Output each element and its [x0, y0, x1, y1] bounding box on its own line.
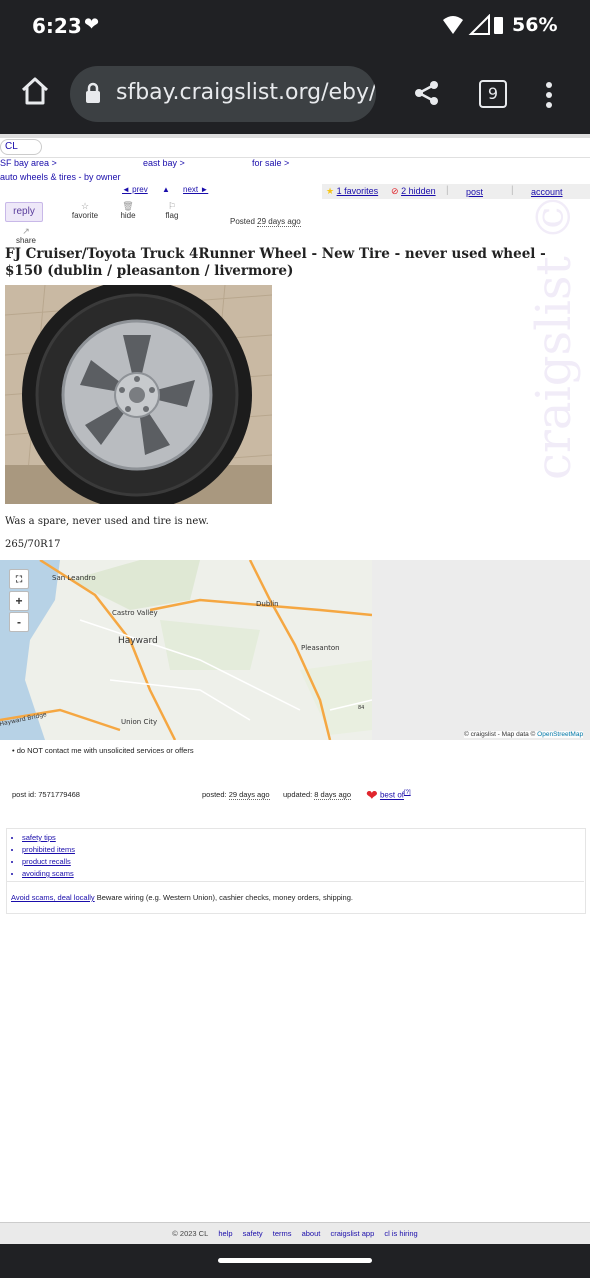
avoiding-scams-link[interactable]: avoiding scams: [22, 868, 75, 880]
tire-size-attr: 265/70R17: [5, 539, 61, 550]
product-recalls-link[interactable]: product recalls: [22, 856, 75, 868]
status-bar: 6:23 ❤ 56%: [0, 0, 590, 52]
share-out-icon: ↗: [22, 226, 30, 236]
wheel-photo[interactable]: [5, 285, 272, 504]
footer-terms-link[interactable]: terms: [273, 1229, 292, 1238]
flag-icon: ⚐: [167, 201, 177, 211]
map-attribution: © craigslist - Map data © OpenStreetMap: [464, 731, 584, 738]
share-button[interactable]: ↗ share: [12, 226, 40, 245]
posting-title: FJ Cruiser/Toyota Truck 4Runner Wheel - …: [5, 246, 546, 279]
heart-icon: ❤: [366, 787, 378, 803]
updated-footer: updated: 8 days ago: [283, 790, 351, 800]
posted-date: Posted 29 days ago: [230, 217, 301, 227]
posted-footer: posted: 29 days ago: [202, 790, 270, 800]
openstreetmap-link[interactable]: OpenStreetMap: [537, 731, 583, 738]
footer-safety-link[interactable]: safety: [243, 1229, 263, 1238]
post-id: post id: 7571779468: [12, 790, 80, 799]
userbar-separator: |: [511, 185, 514, 196]
favorite-button[interactable]: ☆ favorite: [69, 201, 101, 220]
page-footer: © 2023 CL help safety terms about craigs…: [0, 1222, 590, 1245]
favorite-label: favorite: [71, 211, 99, 220]
wifi-signal-icons: [442, 13, 504, 41]
scam-warning: Avoid scams, deal locally Beware wiring …: [11, 893, 353, 902]
share-icon[interactable]: [414, 80, 440, 106]
contact-notice: • do NOT contact me with unsolicited ser…: [12, 746, 194, 755]
posting-description: Was a spare, never used and tire is new.: [5, 516, 209, 527]
address-bar[interactable]: sfbay.craigslist.org/eby/: [70, 66, 376, 122]
trash-icon: 🗑: [122, 201, 134, 211]
zoom-out-button[interactable]: -: [9, 612, 29, 632]
toolbar-divider: [0, 134, 590, 138]
zoom-in-button[interactable]: +: [9, 591, 29, 611]
home-icon[interactable]: [18, 74, 52, 108]
prev-link[interactable]: ◄ prev: [122, 185, 148, 194]
gesture-handle[interactable]: [218, 1258, 372, 1263]
wifi-icon: [443, 13, 503, 35]
svg-text:Union City: Union City: [121, 718, 157, 726]
more-menu-icon[interactable]: [544, 82, 554, 108]
copyright: © 2023 CL: [172, 1229, 209, 1238]
url-text: sfbay.craigslist.org/eby/: [116, 80, 376, 105]
status-time: 6:23: [32, 14, 82, 38]
safety-links-list: safety tips prohibited items product rec…: [10, 832, 75, 880]
posted-ago: 29 days ago: [257, 217, 301, 227]
breadcrumb-area[interactable]: SF bay area >: [0, 158, 57, 168]
share-label: share: [15, 236, 36, 245]
svg-text:84: 84: [358, 705, 364, 711]
footer-hiring-link[interactable]: cl is hiring: [384, 1229, 417, 1238]
fullscreen-icon[interactable]: ⛶: [9, 569, 29, 589]
location-map[interactable]: San Leandro Castro Valley Hayward Dublin…: [0, 560, 590, 740]
footer-about-link[interactable]: about: [302, 1229, 321, 1238]
best-of-link[interactable]: ❤ best of[?]: [366, 787, 411, 804]
footer-app-link[interactable]: craigslist app: [330, 1229, 374, 1238]
up-link[interactable]: ▲: [162, 185, 170, 194]
safety-tips-link[interactable]: safety tips: [22, 832, 75, 844]
star-outline-icon: ☆: [80, 201, 90, 211]
battery-percent: 56%: [512, 14, 558, 36]
browser-toolbar: sfbay.craigslist.org/eby/ 9: [0, 52, 590, 134]
avoid-scams-link[interactable]: Avoid scams, deal locally: [11, 893, 95, 902]
hidden-link[interactable]: ⊘ 2 hidden: [391, 186, 436, 197]
svg-text:craigslist ©: craigslist ©: [526, 193, 582, 480]
lock-icon: [86, 82, 100, 103]
account-link[interactable]: account: [531, 187, 563, 197]
flag-button[interactable]: ⚐ flag: [160, 201, 184, 220]
hide-label: hide: [120, 211, 136, 220]
hidden-icon: ⊘: [391, 186, 399, 196]
footer-help-link[interactable]: help: [218, 1229, 232, 1238]
svg-text:San Leandro: San Leandro: [52, 574, 96, 582]
breadcrumb-subarea[interactable]: east bay >: [143, 158, 185, 168]
star-icon: ★: [326, 186, 335, 196]
svg-text:Dublin: Dublin: [256, 600, 279, 608]
craigslist-watermark: craigslist ©: [526, 193, 582, 480]
userbar-separator: |: [446, 185, 449, 196]
svg-text:Castro Valley: Castro Valley: [112, 609, 158, 617]
favorites-link[interactable]: ★ 1 favorites: [326, 186, 378, 197]
tab-switcher-button[interactable]: 9: [479, 80, 507, 108]
breadcrumb-divider: [0, 157, 590, 158]
flag-label: flag: [165, 211, 179, 220]
hide-button[interactable]: 🗑 hide: [116, 201, 140, 220]
cl-home-link[interactable]: CL: [0, 139, 42, 155]
post-link[interactable]: post: [466, 187, 483, 197]
breadcrumb-subcategory[interactable]: auto wheels & tires - by owner: [0, 172, 121, 182]
favorites-count: 1 favorites: [336, 186, 379, 196]
map-tiles: San Leandro Castro Valley Hayward Dublin…: [0, 560, 372, 740]
svg-text:Hayward: Hayward: [118, 636, 158, 646]
breadcrumb-category[interactable]: for sale >: [252, 158, 289, 168]
next-link[interactable]: next ►: [183, 185, 208, 194]
heart-pulse-icon: ❤: [84, 14, 100, 34]
prohibited-items-link[interactable]: prohibited items: [22, 844, 75, 856]
hidden-count: 2 hidden: [401, 186, 436, 196]
reply-button[interactable]: reply: [5, 202, 43, 222]
svg-text:Pleasanton: Pleasanton: [301, 644, 340, 652]
tips-divider: [6, 881, 584, 882]
